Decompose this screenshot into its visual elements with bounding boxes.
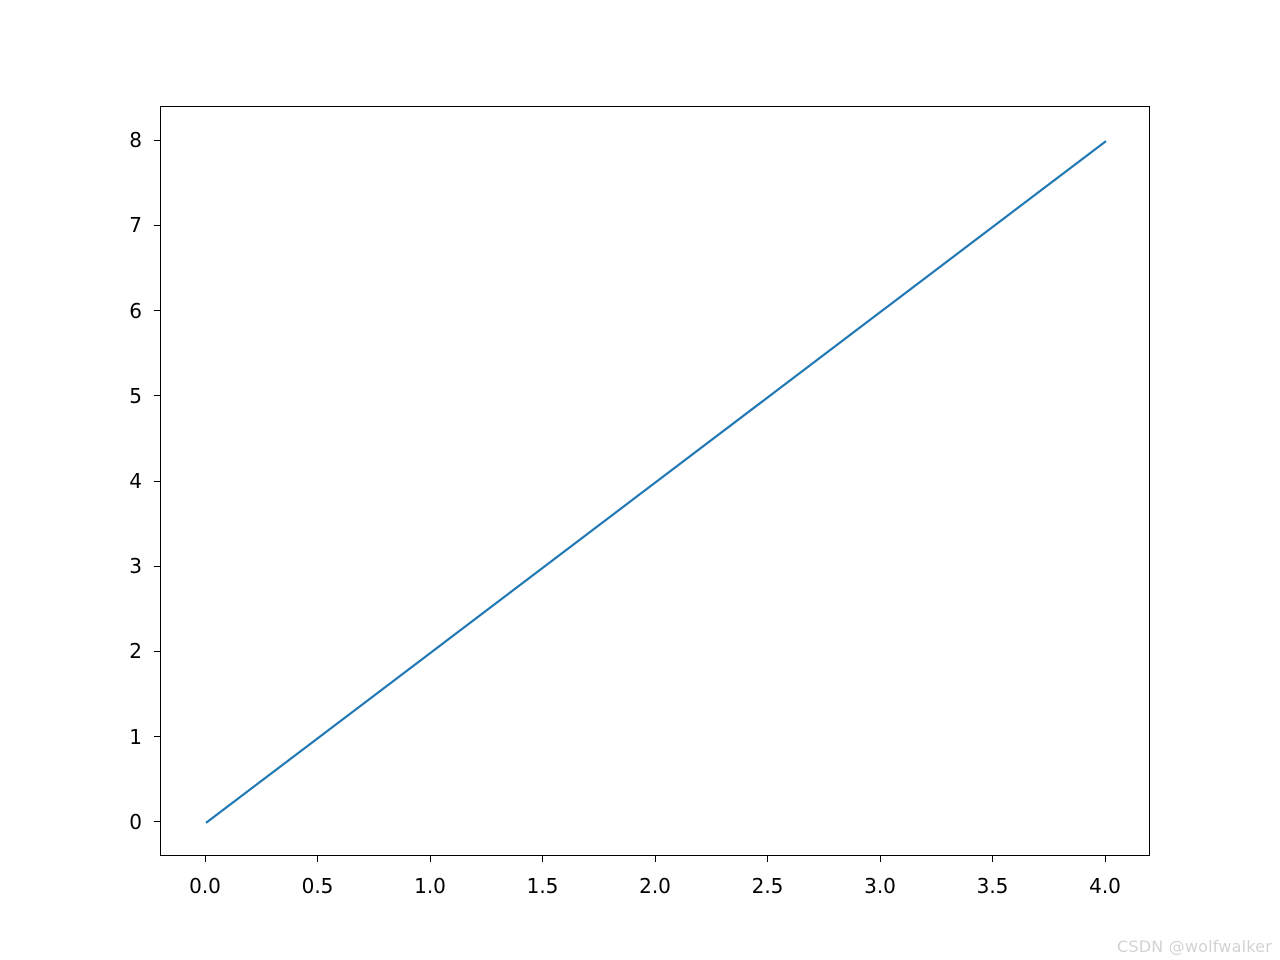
x-tick-label: 4.0 bbox=[1089, 874, 1121, 898]
y-tick bbox=[154, 310, 160, 311]
x-tick-label: 3.5 bbox=[977, 874, 1009, 898]
y-tick-label: 3 bbox=[129, 554, 142, 578]
x-tick-label: 1.5 bbox=[527, 874, 559, 898]
watermark-text: CSDN @wolfwalker bbox=[1117, 937, 1272, 956]
y-tick bbox=[154, 651, 160, 652]
x-tick-label: 2.5 bbox=[752, 874, 784, 898]
x-tick-label: 0.0 bbox=[189, 874, 221, 898]
y-tick-label: 7 bbox=[129, 213, 142, 237]
y-tick-label: 1 bbox=[129, 725, 142, 749]
x-tick bbox=[542, 856, 543, 862]
x-tick-label: 0.5 bbox=[302, 874, 334, 898]
y-tick-label: 2 bbox=[129, 639, 142, 663]
y-tick-label: 8 bbox=[129, 128, 142, 152]
y-tick bbox=[154, 395, 160, 396]
x-tick bbox=[655, 856, 656, 862]
x-tick bbox=[767, 856, 768, 862]
figure: 0.0 0.5 1.0 1.5 2.0 2.5 3.0 3.5 4.0 0 1 2 3 4 5 6 7 8 CSD… bbox=[0, 0, 1280, 960]
x-tick-label: 3.0 bbox=[864, 874, 896, 898]
x-tick bbox=[1105, 856, 1106, 862]
plot-canvas bbox=[161, 107, 1151, 857]
y-tick bbox=[154, 821, 160, 822]
x-tick-label: 1.0 bbox=[414, 874, 446, 898]
y-tick-label: 5 bbox=[129, 384, 142, 408]
x-tick bbox=[317, 856, 318, 862]
x-tick bbox=[880, 856, 881, 862]
y-tick bbox=[154, 140, 160, 141]
y-tick bbox=[154, 225, 160, 226]
y-tick bbox=[154, 481, 160, 482]
y-tick bbox=[154, 566, 160, 567]
x-tick bbox=[992, 856, 993, 862]
line-series bbox=[206, 141, 1106, 823]
y-tick-label: 6 bbox=[129, 299, 142, 323]
plot-axes bbox=[160, 106, 1150, 856]
x-tick bbox=[430, 856, 431, 862]
x-tick bbox=[205, 856, 206, 862]
y-tick-label: 4 bbox=[129, 469, 142, 493]
x-tick-label: 2.0 bbox=[639, 874, 671, 898]
y-tick bbox=[154, 736, 160, 737]
y-tick-label: 0 bbox=[129, 810, 142, 834]
